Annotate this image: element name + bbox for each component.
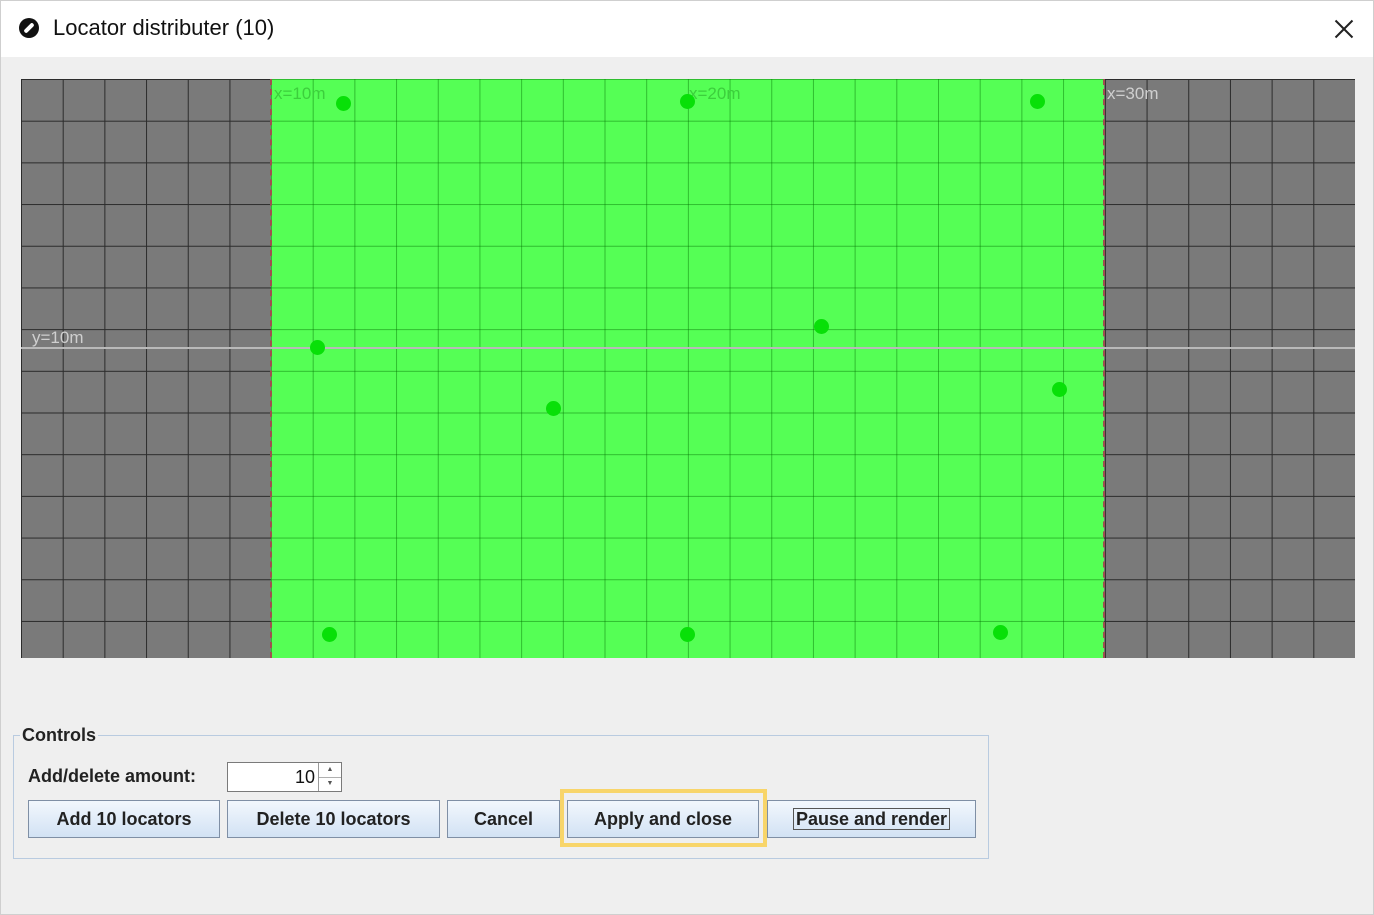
- locator-point[interactable]: [310, 340, 325, 355]
- app-icon: [19, 18, 39, 38]
- locator-point[interactable]: [814, 319, 829, 334]
- locator-point[interactable]: [993, 625, 1008, 640]
- x-30m-line: [1103, 79, 1105, 658]
- locator-point[interactable]: [546, 401, 561, 416]
- locator-point[interactable]: [1030, 94, 1045, 109]
- cancel-button[interactable]: Cancel: [447, 800, 560, 838]
- x-10m-label: x=10m: [274, 84, 326, 103]
- locator-canvas[interactable]: x=10m x=20m x=30m y=10m: [21, 79, 1355, 658]
- locator-point[interactable]: [1052, 382, 1067, 397]
- controls-panel: Controls: [13, 725, 989, 859]
- locator-point[interactable]: [322, 627, 337, 642]
- window-title: Locator distributer (10): [53, 15, 275, 40]
- x-30m-label: x=30m: [1107, 84, 1159, 103]
- delete-locators-button[interactable]: Delete 10 locators: [227, 800, 440, 838]
- amount-spinner[interactable]: 10 ▲ ▼: [227, 762, 342, 792]
- spinner-down-arrow-icon[interactable]: ▼: [319, 777, 341, 791]
- spinner-up-arrow-icon[interactable]: ▲: [319, 763, 341, 778]
- add-locators-button[interactable]: Add 10 locators: [28, 800, 220, 838]
- amount-value[interactable]: 10: [295, 767, 315, 788]
- title-bar: Locator distributer (10): [1, 1, 1373, 57]
- locator-point[interactable]: [336, 96, 351, 111]
- locator-point[interactable]: [680, 94, 695, 109]
- y-10m-label: y=10m: [32, 328, 84, 347]
- spinner-buttons: ▲ ▼: [318, 763, 341, 791]
- x-10m-line: [270, 79, 272, 658]
- locator-point[interactable]: [680, 627, 695, 642]
- close-icon[interactable]: [1321, 9, 1365, 49]
- controls-legend: Controls: [22, 725, 96, 745]
- pause-and-render-label: Pause and render: [792, 808, 951, 830]
- x-20m-label: x=20m: [689, 84, 741, 103]
- pause-and-render-button[interactable]: Pause and render: [767, 800, 976, 838]
- distribution-area: [271, 79, 1104, 658]
- apply-and-close-button[interactable]: Apply and close: [567, 800, 759, 838]
- y-10m-line: [21, 347, 1355, 349]
- amount-label: Add/delete amount:: [28, 766, 197, 786]
